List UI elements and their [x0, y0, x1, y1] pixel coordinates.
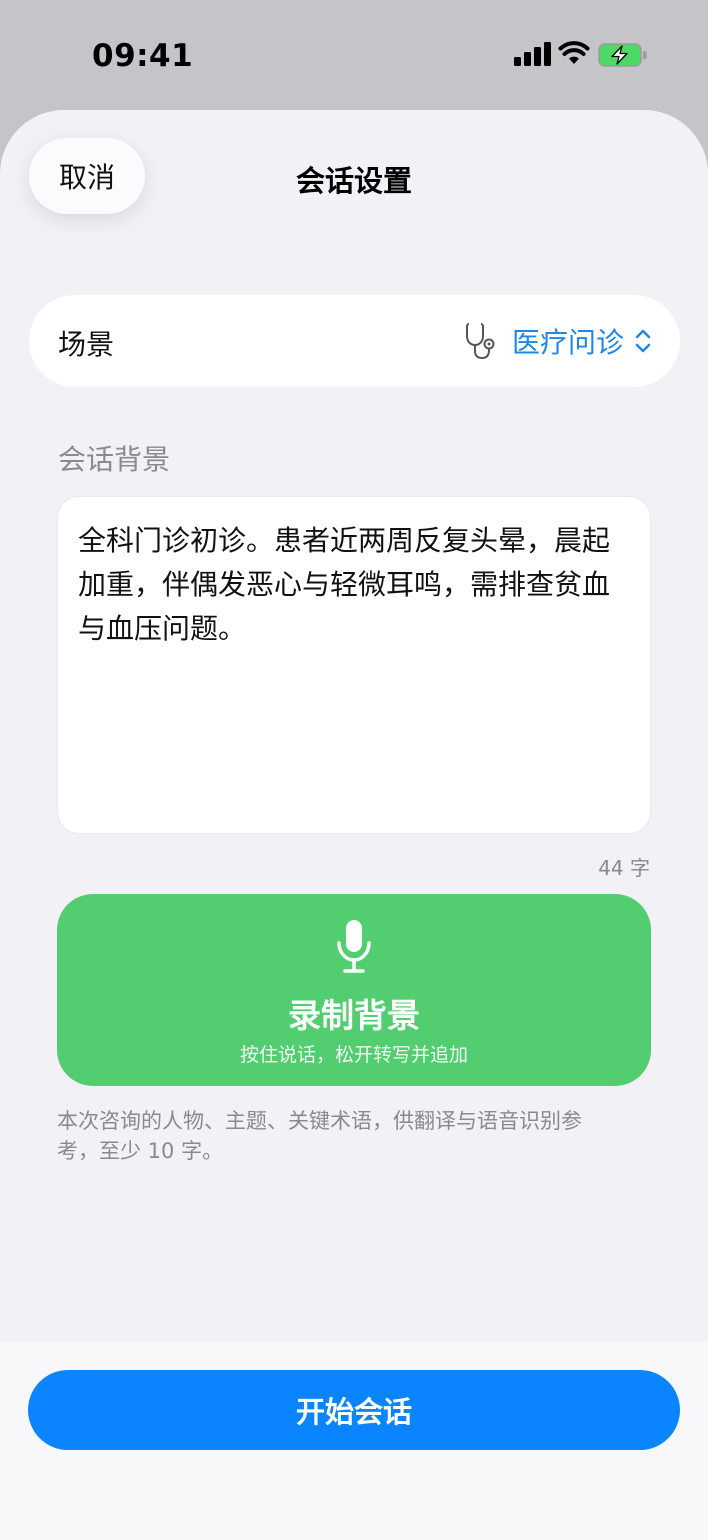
context-text[interactable]: 全科门诊初诊。患者近两周反复头晕，晨起加重，伴偶发恶心与轻微耳鸣，需排查贫血与血…	[78, 519, 630, 651]
record-hint: 按住说话，松开转写并追加	[239, 1044, 468, 1066]
scene-selector-row[interactable]: 场景 医疗问诊	[29, 295, 680, 387]
scene-value: 医疗问诊	[511, 326, 624, 359]
char-count: 44 字	[598, 856, 650, 880]
context-footnote: 本次咨询的人物、主题、关键术语，供翻译与语音识别参考，至少 10 字。	[57, 1109, 582, 1163]
record-context-button[interactable]: 录制背景 按住说话，松开转写并追加	[57, 894, 651, 1086]
page-title: 会话设置	[295, 164, 412, 198]
context-section-label: 会话背景	[58, 443, 171, 476]
scene-label: 场景	[58, 328, 115, 361]
status-time: 09:41	[92, 38, 194, 74]
wifi-icon	[558, 41, 590, 64]
stethoscope-icon	[465, 323, 495, 360]
battery-charging-icon	[598, 43, 647, 67]
cellular-signal-icon	[514, 42, 551, 66]
microphone-icon	[337, 920, 371, 973]
bottom-bar: 开始会话	[0, 1342, 708, 1540]
settings-sheet: 取消 会话设置 场景 医疗问诊 会话背景 全科门诊初诊。患者近两周反复头晕，晨起…	[0, 110, 708, 1540]
chevron-up-down-icon	[635, 329, 651, 353]
status-bar: 09:41	[0, 0, 708, 110]
scene-picker[interactable]: 医疗问诊	[464, 321, 652, 361]
start-session-button[interactable]: 开始会话	[28, 1370, 680, 1450]
context-textarea[interactable]: 全科门诊初诊。患者近两周反复头晕，晨起加重，伴偶发恶心与轻微耳鸣，需排查贫血与血…	[57, 496, 651, 834]
record-title: 录制背景	[288, 996, 420, 1035]
